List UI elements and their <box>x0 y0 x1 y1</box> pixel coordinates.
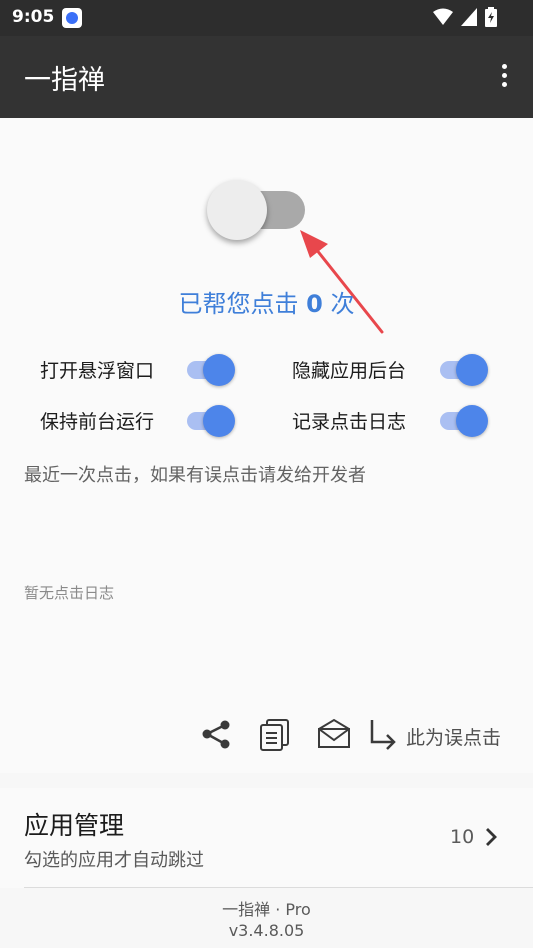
app-bar: 一指禅 <box>0 36 533 118</box>
option-label: 打开悬浮窗口 <box>40 359 155 382</box>
status-time: 9:05 <box>12 7 55 27</box>
app-title: 一指禅 <box>24 65 105 96</box>
toggle-record-log[interactable] <box>440 403 488 437</box>
toggle-keep-foreground[interactable] <box>187 403 235 437</box>
app-management-row[interactable]: 应用管理 勾选的应用才自动跳过 10 <box>0 788 533 888</box>
signal-icon <box>461 8 477 26</box>
main-service-switch[interactable] <box>205 180 305 242</box>
copy-log-icon[interactable] <box>257 716 293 752</box>
option-label: 保持前台运行 <box>40 410 155 433</box>
main-switch-thumb <box>207 180 267 240</box>
no-log-text: 暂无点击日志 <box>24 584 115 602</box>
click-count-prefix: 已帮您点击 <box>178 290 299 318</box>
more-options-icon[interactable] <box>499 64 509 92</box>
wifi-icon <box>433 8 453 25</box>
email-icon[interactable] <box>316 716 352 752</box>
mark-mistake-button[interactable]: 此为误点击 <box>406 723 501 750</box>
share-icon[interactable] <box>198 716 234 752</box>
option-label: 隐藏应用后台 <box>292 359 407 382</box>
click-count-text: 已帮您点击 0 次 <box>0 284 533 319</box>
status-bar: 9:05 <box>0 0 533 36</box>
app-count: 10 <box>450 826 475 848</box>
option-record-log: 记录点击日志 <box>292 400 406 440</box>
click-count-number: 0 <box>306 290 323 318</box>
footer: 一指禅 · Pro v3.4.8.05 <box>0 899 533 941</box>
system-icons <box>433 7 497 27</box>
app-management-subtitle: 勾选的应用才自动跳过 <box>24 850 204 871</box>
option-hide-background: 隐藏应用后台 <box>292 349 406 389</box>
battery-icon <box>485 7 497 27</box>
mark-mistake-arrow-icon[interactable] <box>366 716 402 752</box>
chevron-right-icon <box>486 828 497 846</box>
toggle-floating-window[interactable] <box>187 352 235 386</box>
click-count-suffix: 次 <box>330 290 355 318</box>
notification-app-icon <box>62 8 82 28</box>
option-keep-foreground: 保持前台运行 <box>40 400 154 440</box>
footer-version: v3.4.8.05 <box>228 921 305 940</box>
footer-divider <box>24 887 533 888</box>
footer-app-name: 一指禅 · Pro <box>222 900 311 919</box>
option-label: 记录点击日志 <box>292 410 407 433</box>
recent-click-hint: 最近一次点击，如果有误点击请发给开发者 <box>24 465 366 486</box>
app-management-title: 应用管理 <box>24 811 125 840</box>
toggle-hide-background[interactable] <box>440 352 488 386</box>
option-floating-window: 打开悬浮窗口 <box>40 349 154 389</box>
